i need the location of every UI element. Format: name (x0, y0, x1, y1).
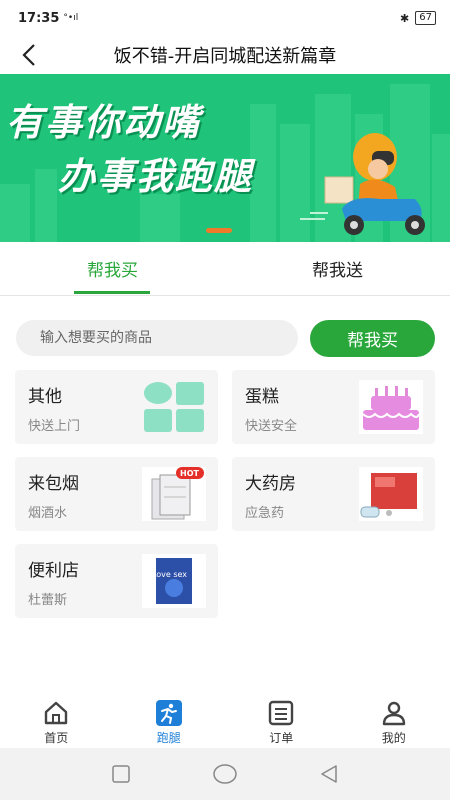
battery-icon: 67 (415, 11, 436, 25)
back-triangle-icon[interactable] (318, 763, 340, 785)
back-button[interactable] (12, 38, 46, 72)
category-subtitle: 杜蕾斯 (28, 593, 68, 608)
person-icon (382, 701, 405, 726)
carousel-indicator (206, 228, 232, 233)
category-title: 大药房 (245, 474, 296, 494)
system-nav-bar (0, 748, 450, 800)
medicine-box-icon (359, 467, 423, 521)
hot-badge: HOT (180, 469, 199, 478)
banner-slogan-1: 有事你动嘴 (6, 101, 201, 144)
nav-home[interactable]: 首页 (0, 692, 113, 748)
status-bar: 17:35 °•ıl ✱ 67 (0, 0, 450, 36)
category-subtitle: 快送上门 (28, 419, 81, 434)
recent-apps-icon[interactable] (110, 763, 132, 785)
active-tab-underline (74, 291, 150, 294)
runner-icon (155, 700, 182, 726)
tab-send-for-me[interactable]: 帮我送 (225, 242, 450, 295)
category-subtitle: 应急药 (245, 506, 285, 521)
category-card-cake[interactable]: 蛋糕 快送安全 (232, 370, 435, 444)
buy-for-me-button[interactable]: 帮我买 (310, 320, 435, 357)
product-box-icon (142, 554, 206, 608)
bluetooth-icon: ✱ (400, 11, 410, 25)
nav-label: 跑腿 (156, 731, 181, 745)
home-circle-icon[interactable] (212, 763, 238, 785)
nav-profile[interactable]: 我的 (338, 692, 450, 748)
category-subtitle: 烟酒水 (28, 506, 68, 521)
tab-bar: 帮我买 帮我送 (0, 242, 450, 296)
product-label: Love sex (151, 570, 187, 579)
grid-icon (144, 382, 204, 432)
product-search-input[interactable] (16, 320, 298, 356)
status-time: 17:35 (18, 10, 60, 26)
nav-label: 首页 (44, 731, 69, 745)
title-bar: 饭不错-开启同城配送新篇章 (0, 36, 450, 74)
nav-orders[interactable]: 订单 (225, 692, 338, 748)
nav-label: 订单 (269, 731, 294, 745)
promo-banner[interactable]: 有事你动嘴 办事我跑腿 (0, 74, 450, 242)
tab-buy-for-me[interactable]: 帮我买 (0, 242, 225, 295)
category-card-pharmacy[interactable]: 大药房 应急药 (232, 457, 435, 531)
category-card-convenience-store[interactable]: 便利店 杜蕾斯 Love sex (15, 544, 218, 618)
category-title: 来包烟 (28, 474, 79, 494)
list-icon (269, 700, 294, 726)
cake-icon (359, 380, 423, 434)
category-title: 便利店 (28, 561, 79, 581)
main-content: 帮我买 其他 快送上门 蛋糕 快送安全 来包烟 烟酒水 (0, 296, 450, 692)
home-icon (45, 701, 68, 725)
category-card-other[interactable]: 其他 快送上门 (15, 370, 218, 444)
nav-label: 我的 (381, 731, 406, 745)
category-subtitle: 快送安全 (245, 419, 298, 434)
page-title: 饭不错-开启同城配送新篇章 (113, 46, 337, 67)
category-card-cigarettes[interactable]: 来包烟 烟酒水 HOT (15, 457, 218, 531)
signal-icon: °•ıl (63, 13, 79, 23)
category-title: 其他 (28, 387, 62, 407)
bottom-nav: 首页 跑腿 订单 我的 (0, 692, 450, 748)
nav-errand[interactable]: 跑腿 (113, 692, 226, 748)
category-title: 蛋糕 (245, 387, 279, 407)
banner-slogan-2: 办事我跑腿 (58, 155, 253, 198)
chevron-left-icon (22, 44, 35, 66)
